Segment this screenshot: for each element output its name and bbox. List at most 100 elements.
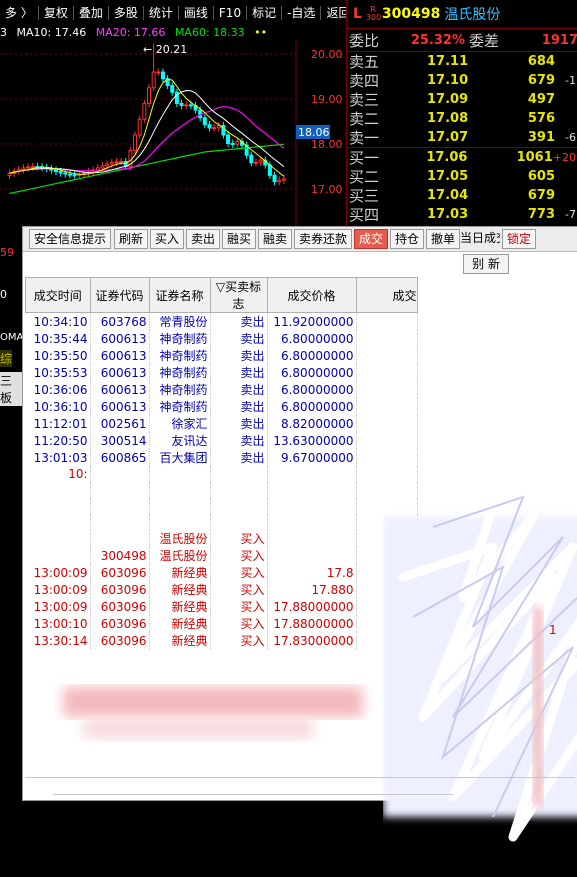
- candle-body: [21, 167, 26, 170]
- candle-body: [226, 134, 231, 144]
- sell-button[interactable]: 卖出: [186, 229, 220, 249]
- redaction-blur: [63, 687, 363, 739]
- candle-body: [170, 85, 175, 93]
- cell-price: 6.80000000: [267, 347, 357, 364]
- cell-side: 卖出: [210, 312, 268, 330]
- candle-body: [100, 165, 105, 169]
- margin-sell-button[interactable]: 融卖: [258, 229, 292, 249]
- bid-row[interactable]: 买一 17.06 1061 +20: [347, 148, 577, 167]
- table-row[interactable]: 10:36:10 600613 神奇制药 卖出 6.80000000: [25, 398, 418, 415]
- buy-button[interactable]: 买入: [150, 229, 184, 249]
- ask-row[interactable]: 卖一 17.07 391 -6: [347, 128, 577, 148]
- col-header-amount[interactable]: 成交: [355, 277, 418, 313]
- toolbar-fuquan[interactable]: 复权: [39, 6, 74, 20]
- table-row[interactable]: [25, 514, 418, 530]
- table-row[interactable]: 10:35:53 600613 神奇制药 卖出 6.80000000: [25, 364, 418, 381]
- table-row[interactable]: 13:00:09 603096 新经典 买入 17.88000000: [25, 598, 418, 615]
- cell-side: 卖出: [210, 347, 268, 364]
- cell-name: [149, 498, 211, 514]
- toolbar-multistock[interactable]: 多股: [109, 6, 144, 20]
- sub-button-1[interactable]: 别 新: [463, 254, 509, 274]
- ask-row[interactable]: 卖五 17.11 684: [347, 52, 577, 71]
- table-row[interactable]: 10:36:06 600613 神奇制药 卖出 6.80000000: [25, 381, 418, 398]
- legend-ma20: MA20: 17.66: [95, 26, 166, 39]
- toolbar-mark[interactable]: 标记: [247, 6, 283, 20]
- refresh-button[interactable]: 刷新: [114, 229, 148, 249]
- kline-chart[interactable]: ← 20.21 20.00 19.00 18.00 17.00 18.06: [0, 40, 346, 230]
- bid-row[interactable]: 买三 17.04 679: [347, 186, 577, 205]
- table-row[interactable]: 13:01:03 600865 百大集团 卖出 9.67000000: [25, 449, 418, 466]
- cell-code: 600613: [90, 347, 150, 364]
- table-row[interactable]: 13:00:09 603096 新经典 买入 17.880: [25, 581, 418, 598]
- bid-label: 买二: [349, 168, 380, 186]
- toolbar-draw[interactable]: 画线: [179, 6, 214, 20]
- cell-price: 6.80000000: [267, 330, 357, 347]
- col-header-code[interactable]: 证券代码: [89, 277, 150, 313]
- table-row[interactable]: 10:34:10 603768 常青股份 卖出 11.92000000: [25, 312, 418, 330]
- table-row[interactable]: 11:12:01 002561 徐家汇 卖出 8.82000000: [25, 415, 418, 432]
- toolbar-watchlist[interactable]: -自选: [282, 6, 322, 20]
- ask-row[interactable]: 卖三 17.09 497: [347, 90, 577, 109]
- col-header-price[interactable]: 成交价格: [266, 277, 357, 313]
- candle-body: [63, 172, 68, 175]
- table-row[interactable]: [25, 498, 418, 514]
- ask-row[interactable]: 卖四 17.10 679 -1: [347, 71, 577, 90]
- cell-time: [25, 482, 91, 498]
- left-tab-zong[interactable]: 综: [0, 350, 13, 367]
- cell-side: 买入: [210, 615, 268, 632]
- table-row[interactable]: 温氏股份 买入: [25, 530, 418, 547]
- table-row[interactable]: 13:00:09 603096 新经典 买入 17.8: [25, 564, 418, 581]
- y-tick-18: 18.00: [311, 138, 343, 151]
- table-row[interactable]: 10:: [25, 466, 418, 482]
- left-tab-sanban[interactable]: 三板: [0, 372, 22, 406]
- ask-row[interactable]: 卖二 17.08 576: [347, 109, 577, 128]
- cell-price: 6.80000000: [267, 398, 357, 415]
- ask-volume: 679: [527, 73, 555, 88]
- left-val-2: 0: [0, 288, 7, 301]
- sub-button-1-char-b: 新: [487, 257, 500, 271]
- cell-name: [149, 514, 211, 530]
- tab-cancel[interactable]: 撤单: [426, 229, 460, 249]
- col-header-side[interactable]: ▽买卖标志: [209, 277, 268, 313]
- toolbar-stats[interactable]: 统计: [144, 6, 179, 20]
- cell-side: 买入: [210, 581, 268, 598]
- cell-name: 温氏股份: [149, 547, 211, 564]
- table-row[interactable]: 300498 温氏股份 买入: [25, 547, 418, 564]
- margin-buy-button[interactable]: 融买: [222, 229, 256, 249]
- table-row[interactable]: 13:00:10 603096 新经典 买入 17.88000000: [25, 615, 418, 632]
- cell-amount: [356, 415, 418, 432]
- cell-price: [267, 482, 357, 498]
- cell-code: 600613: [90, 330, 150, 347]
- tab-positions[interactable]: 持仓: [390, 229, 424, 249]
- sell-repay-button[interactable]: 卖券还款: [294, 229, 352, 249]
- table-row[interactable]: 11:20:50 300514 友讯达 卖出 13.63000000: [25, 432, 418, 449]
- col-header-time[interactable]: 成交时间: [25, 277, 91, 313]
- toolbar-f10[interactable]: F10: [214, 6, 248, 20]
- candle-body: [249, 154, 254, 164]
- security-info-button[interactable]: 安全信息提示: [29, 229, 111, 249]
- cell-price: [267, 530, 357, 547]
- bid-row[interactable]: 买二 17.05 605: [347, 167, 577, 186]
- candle-body: [188, 104, 193, 107]
- table-row[interactable]: 13:30:14 603096 新经典 买入 17.83000000: [25, 632, 418, 649]
- ask-price: 17.11: [427, 54, 469, 69]
- cell-code: 300514: [90, 432, 150, 449]
- lock-button[interactable]: 锁定: [502, 229, 536, 249]
- cell-side: 卖出: [210, 449, 268, 466]
- toolbar-overlay[interactable]: 叠加: [74, 6, 109, 20]
- toolbar-multi[interactable]: 多 〉: [0, 6, 39, 20]
- candle-body: [151, 71, 156, 89]
- redaction-scribble: [383, 472, 577, 842]
- candle-body: [230, 142, 235, 145]
- bid-row[interactable]: 买四 17.03 773 -7: [347, 205, 577, 224]
- col-header-name[interactable]: 证券名称: [148, 277, 211, 313]
- bid-price: 17.06: [426, 150, 468, 165]
- exchange-num: 300: [365, 13, 382, 22]
- cell-code: 603096: [90, 632, 150, 649]
- table-row[interactable]: 10:35:50 600613 神奇制药 卖出 6.80000000: [25, 347, 418, 364]
- cell-amount: [356, 432, 418, 449]
- table-row[interactable]: 10:35:44 600613 神奇制药 卖出 6.80000000: [25, 330, 418, 347]
- tab-today-trades[interactable]: 当日成交: [460, 229, 500, 247]
- table-row[interactable]: [25, 482, 418, 498]
- tab-trades[interactable]: 成交: [354, 229, 388, 249]
